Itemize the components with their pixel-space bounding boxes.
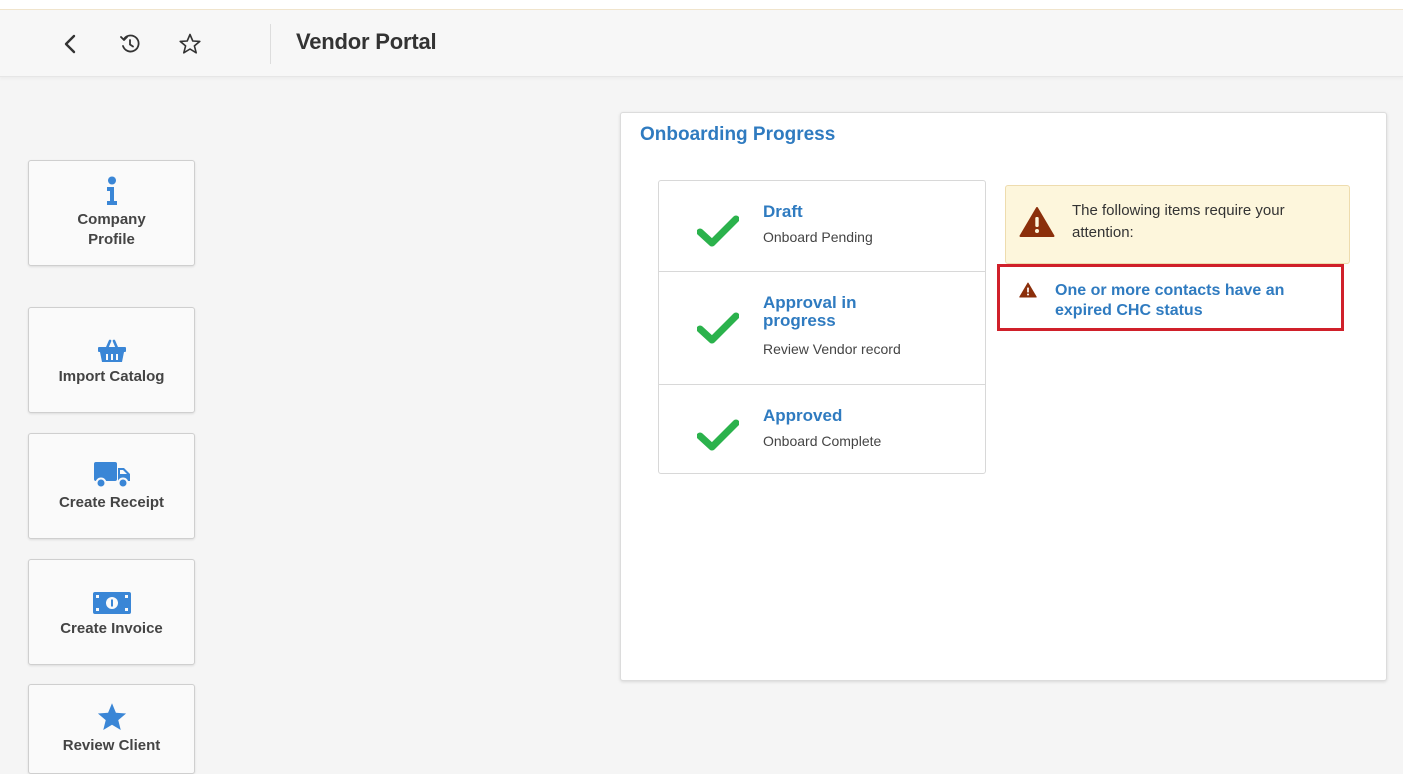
info-icon [104, 176, 120, 206]
create-receipt-button[interactable]: Create Receipt [28, 433, 195, 539]
expired-chc-contacts-link[interactable]: One or more contacts have an expired CHC… [1055, 281, 1335, 321]
star-outline-icon[interactable] [177, 31, 203, 57]
step-title: Approval in progress [763, 293, 857, 330]
money-bill-icon [92, 585, 132, 615]
step-subtitle: Onboard Complete [763, 433, 882, 449]
step-title: Draft [763, 202, 803, 221]
check-icon [697, 215, 739, 247]
step-draft: Draft Onboard Pending [659, 181, 985, 271]
header-divider [270, 24, 271, 64]
attention-alert: The following items require your attenti… [1005, 185, 1350, 264]
import-catalog-button[interactable]: Import Catalog [28, 307, 195, 413]
app-header: Vendor Portal [0, 10, 1403, 77]
create-invoice-label: Create Invoice [60, 620, 163, 637]
create-receipt-label: Create Receipt [58, 494, 165, 511]
onboarding-steps-list: Draft Onboard Pending Approval in progre… [658, 180, 986, 474]
review-client-label: Review Client [62, 737, 161, 754]
company-profile-label: Company Profile [77, 211, 146, 248]
page-title: Vendor Portal [296, 29, 437, 54]
top-strip [0, 0, 1403, 10]
warning-icon [1019, 282, 1037, 298]
truck-icon [93, 459, 131, 489]
warning-icon [1019, 207, 1055, 237]
step-approved: Approved Onboard Complete [659, 384, 985, 473]
alert-message: The following items require your attenti… [1072, 202, 1285, 241]
create-invoice-button[interactable]: Create Invoice [28, 559, 195, 665]
back-chevron-icon[interactable] [57, 31, 83, 57]
review-client-button[interactable]: Review Client [28, 684, 195, 774]
history-icon[interactable] [117, 31, 143, 57]
issue-item: One or more contacts have an expired CHC… [997, 264, 1344, 331]
basket-icon [97, 333, 127, 363]
step-approval-in-progress: Approval in progress Review Vendor recor… [659, 271, 985, 384]
onboarding-progress-panel: Onboarding Progress Draft Onboard Pendin… [620, 112, 1387, 681]
import-catalog-label: Import Catalog [58, 368, 165, 385]
panel-title: Onboarding Progress [640, 124, 836, 145]
step-subtitle: Review Vendor record [763, 341, 901, 357]
star-icon [96, 702, 128, 732]
company-profile-button[interactable]: Company Profile [28, 160, 195, 266]
step-subtitle: Onboard Pending [763, 229, 873, 245]
step-title: Approved [763, 406, 843, 425]
check-icon [697, 312, 739, 344]
check-icon [697, 419, 739, 451]
